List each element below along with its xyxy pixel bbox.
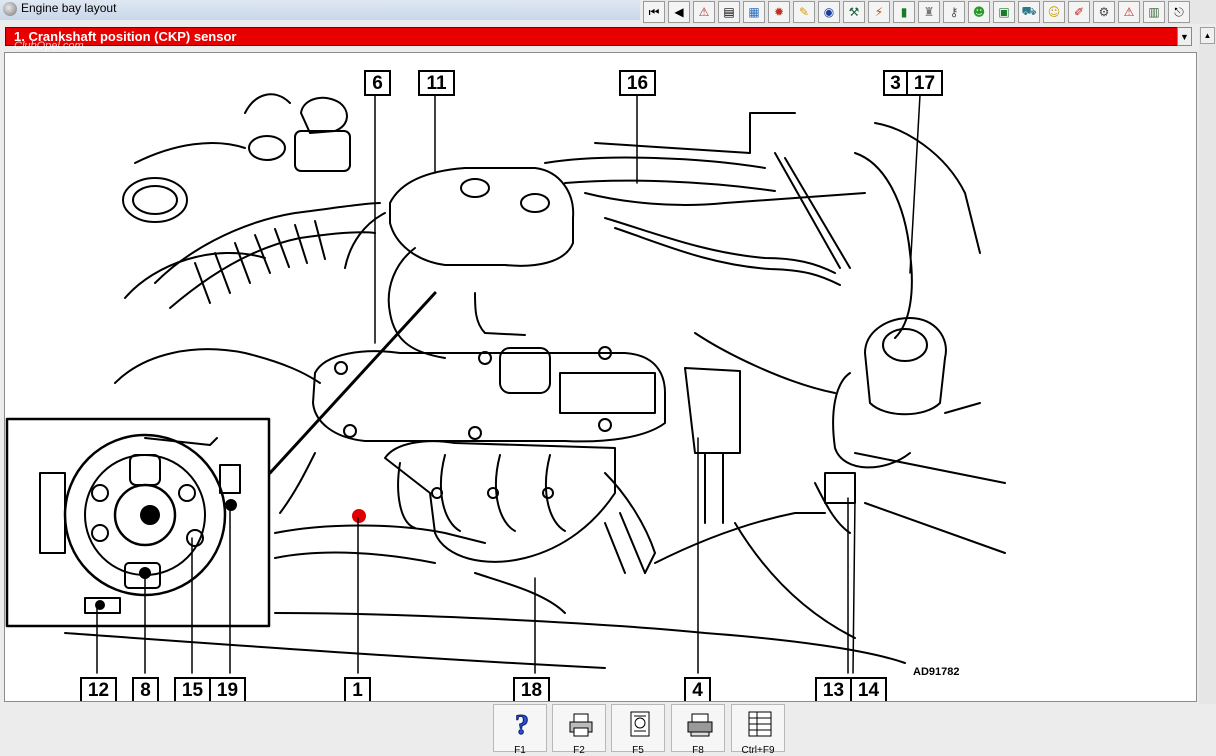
electrical-icon[interactable]: ⚡: [868, 1, 890, 23]
callout-18[interactable]: 18: [513, 677, 550, 701]
print-all-button[interactable]: F8: [671, 704, 725, 756]
callout-8[interactable]: 8: [132, 677, 159, 701]
smiley-icon[interactable]: ☺: [1043, 1, 1065, 23]
chart-icon[interactable]: ▥: [1143, 1, 1165, 23]
brake-reservoir-drawing: [864, 317, 947, 416]
first-page-icon[interactable]: ⏮: [643, 1, 665, 23]
gear-icon[interactable]: ⚙: [1093, 1, 1115, 23]
callout-1[interactable]: 1: [344, 677, 371, 701]
window-title: Engine bay layout: [21, 1, 117, 15]
title-bar: Engine bay layout: [0, 0, 640, 20]
table-icon: [748, 711, 772, 737]
print-button[interactable]: F2: [552, 704, 606, 756]
callout-17[interactable]: 17: [906, 70, 943, 96]
key-icon[interactable]: ⚷: [943, 1, 965, 23]
callout-15[interactable]: 15: [174, 677, 211, 701]
print-all-icon: [687, 713, 713, 737]
callout-3[interactable]: 3: [883, 70, 908, 96]
tools-icon[interactable]: ⚒: [843, 1, 865, 23]
reservoir-drawing: [300, 96, 348, 134]
circle-gauge-icon[interactable]: ◉: [818, 1, 840, 23]
function-key-bar: ? F1 F2 F5 F8 Ctrl+F9: [0, 704, 1216, 756]
ctrl-f9-label: Ctrl+F9: [741, 745, 775, 756]
svg-text:?: ?: [515, 710, 529, 738]
callout-11[interactable]: 11: [418, 70, 455, 96]
pointer-line: [268, 291, 437, 475]
warning-icon[interactable]: ⚠: [693, 1, 715, 23]
air-cleaner-drawing: [389, 167, 575, 267]
callout-6[interactable]: 6: [364, 70, 391, 96]
callout-19[interactable]: 19: [209, 677, 246, 701]
f8-label: F8: [692, 745, 704, 756]
bulb-icon[interactable]: ☻: [968, 1, 990, 23]
ckp-sensor-marker: [352, 509, 366, 523]
chevron-down-icon[interactable]: ▼: [1177, 27, 1192, 46]
seat-icon[interactable]: ♜: [918, 1, 940, 23]
callout-12[interactable]: 12: [80, 677, 117, 701]
document-icon[interactable]: ▤: [718, 1, 740, 23]
exit-icon[interactable]: ⎋: [1168, 1, 1190, 23]
help-icon: ?: [515, 710, 530, 738]
printer-icon: [569, 713, 593, 737]
cylinder-head-drawing: [312, 350, 666, 443]
car-icon[interactable]: ⛟: [1018, 1, 1040, 23]
engine-icon[interactable]: ✹: [768, 1, 790, 23]
zoom-page-icon: [630, 711, 650, 737]
pencil-icon[interactable]: ✐: [1068, 1, 1090, 23]
app-icon: [3, 2, 17, 16]
zoom-button[interactable]: F5: [611, 704, 665, 756]
vertical-scrollbar[interactable]: ▲: [1199, 27, 1216, 705]
scroll-up-icon[interactable]: ▲: [1200, 27, 1215, 44]
warning-sign-icon[interactable]: ⚠: [1118, 1, 1140, 23]
previous-page-icon[interactable]: ◀: [668, 1, 690, 23]
callout-16[interactable]: 16: [619, 70, 656, 96]
help-button[interactable]: ? F1: [493, 704, 547, 756]
wrench-icon[interactable]: ✎: [793, 1, 815, 23]
watermark: ClubOpel.com: [14, 40, 84, 52]
callout-14[interactable]: 14: [850, 677, 887, 701]
f5-label: F5: [632, 745, 644, 756]
component-selector[interactable]: 1. Crankshaft position (CKP) sensor ▼: [5, 27, 1192, 46]
callout-4[interactable]: 4: [684, 677, 711, 701]
door-icon[interactable]: ▮: [893, 1, 915, 23]
engine-diagram: 6 11 16 3 17 12 8 15 19 1 18 4 13 14 AD9…: [4, 52, 1197, 702]
diagram-code: AD91782: [913, 666, 960, 678]
manifold-drawing: [384, 440, 616, 563]
fuel-lines-drawing: [604, 217, 836, 274]
toolbar: ⏮ ◀ ⚠ ▤ ▦ ✹ ✎ ◉ ⚒ ⚡ ▮ ♜ ⚷ ☻ ▣ ⛟ ☺ ✐ ⚙ ⚠ …: [643, 0, 1216, 24]
callout-13[interactable]: 13: [815, 677, 852, 701]
engine-drawing: [5, 93, 1006, 674]
f1-label: F1: [514, 745, 526, 756]
table-button[interactable]: Ctrl+F9: [731, 704, 785, 756]
map-icon[interactable]: ▦: [743, 1, 765, 23]
f2-label: F2: [573, 745, 585, 756]
air-hose-drawing: [154, 202, 381, 284]
panel-icon[interactable]: ▣: [993, 1, 1015, 23]
